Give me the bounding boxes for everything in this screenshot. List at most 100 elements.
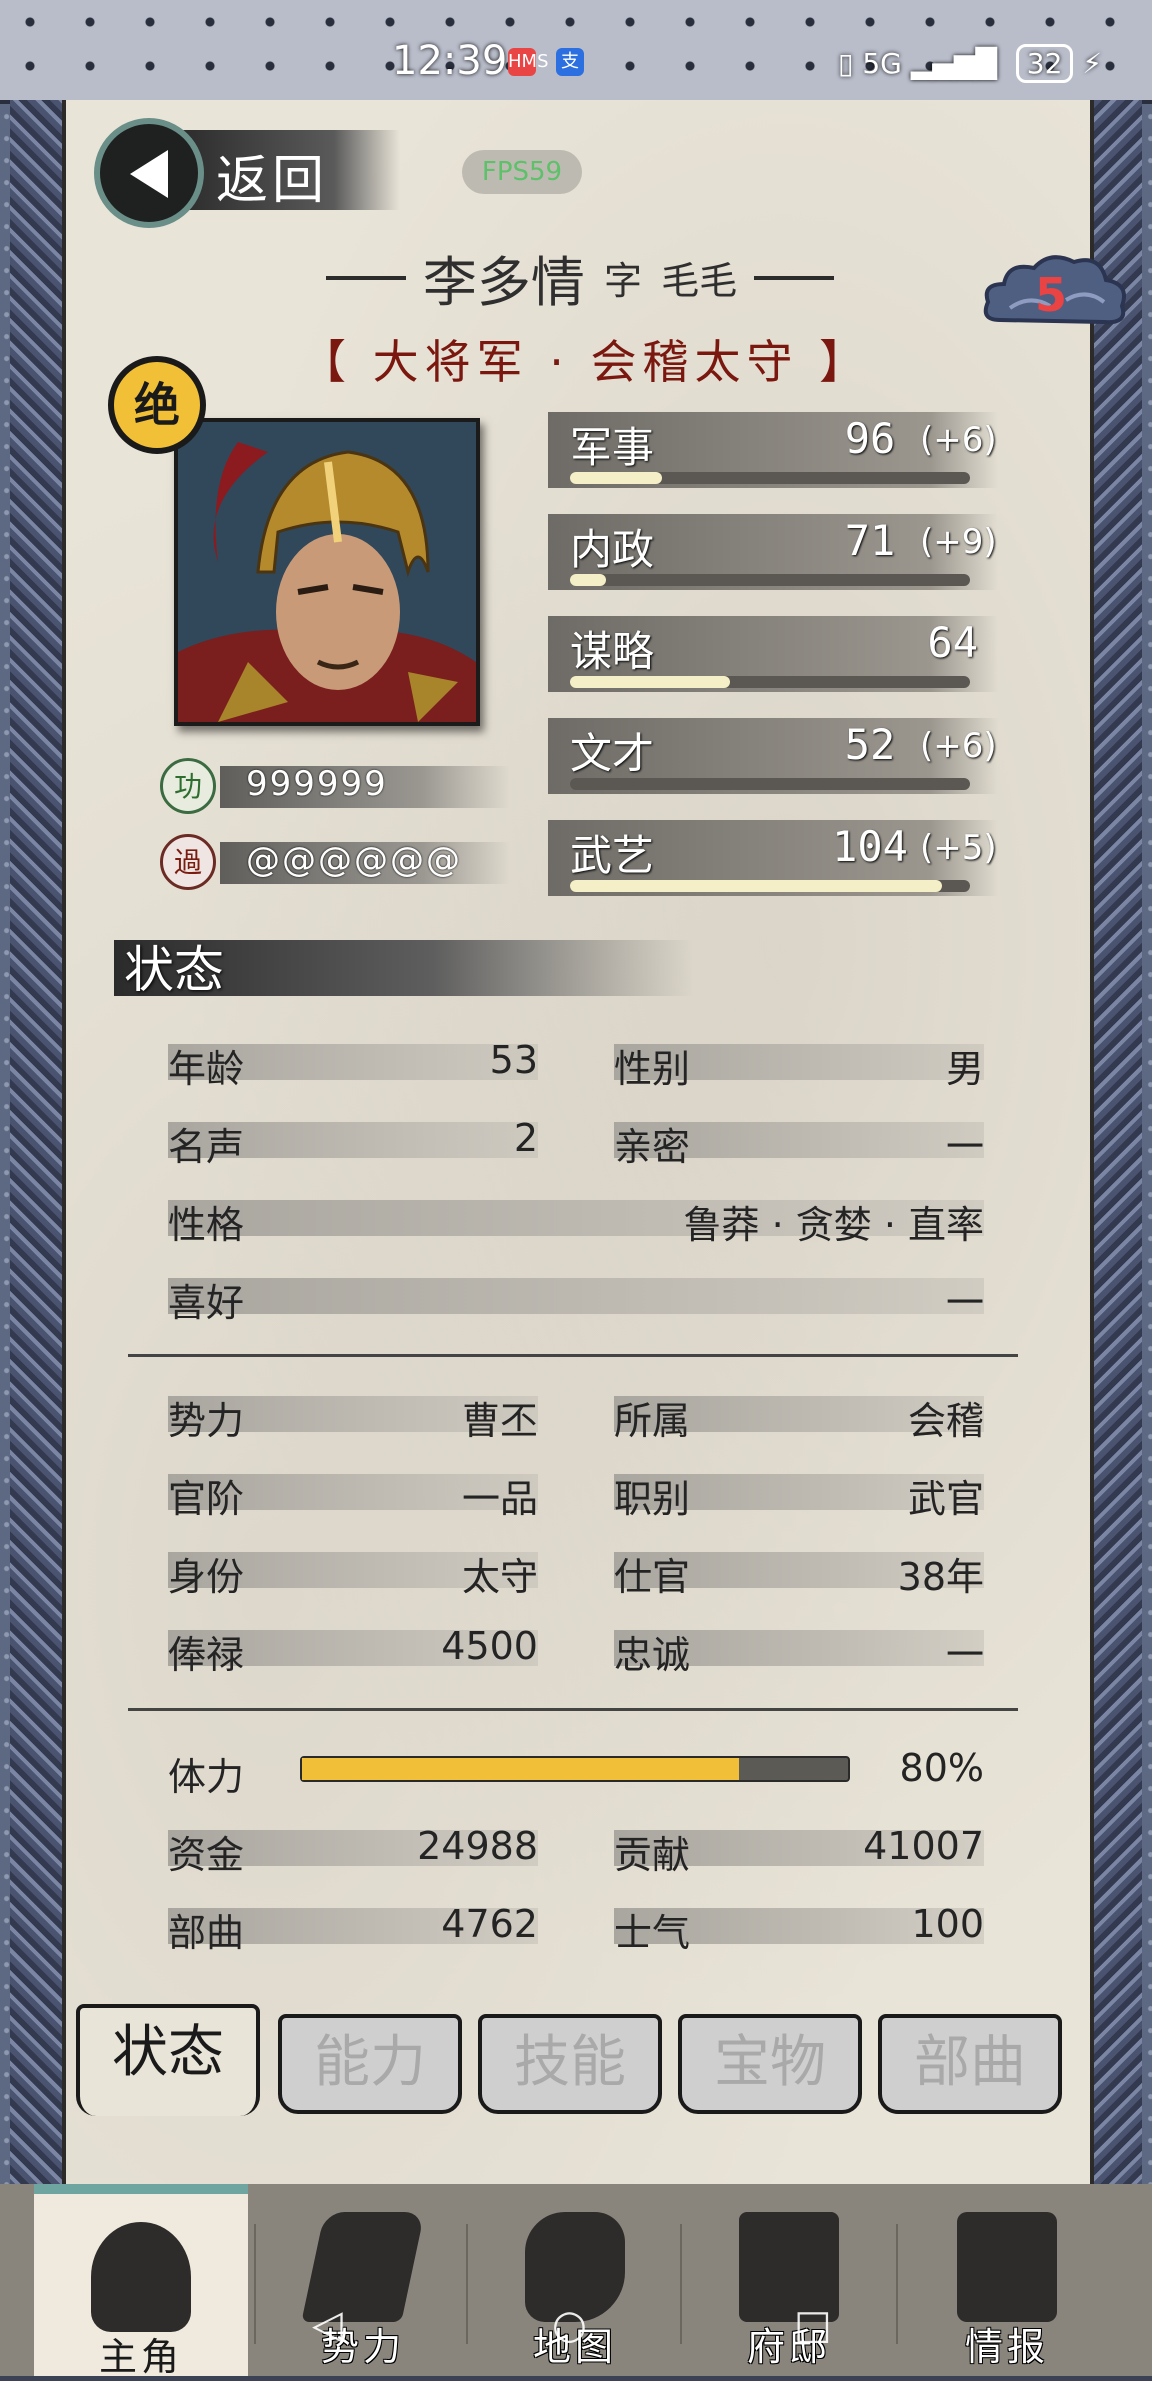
stat-value: 64	[927, 618, 978, 667]
row-label: 仕官	[614, 1555, 691, 1599]
row-identity: 身份 太守	[168, 1546, 538, 1599]
divider	[128, 1708, 1018, 1711]
row-job: 职别 武官	[614, 1468, 984, 1521]
stamina-fill	[302, 1758, 739, 1780]
stat-martial[interactable]: 武艺 104 (+5)	[548, 812, 998, 906]
row-morale: 士气 100	[614, 1902, 984, 1955]
row-fame: 名声 2	[168, 1116, 538, 1169]
rank-badge: 绝	[108, 356, 206, 454]
merit-pips: 999999	[246, 764, 388, 804]
row-value: 2	[513, 1116, 538, 1160]
left-border	[10, 100, 62, 2210]
stat-value: 52	[844, 720, 896, 769]
clock: 12:39	[392, 38, 508, 84]
row-label: 性格	[168, 1203, 245, 1247]
row-rank: 官阶 一品	[168, 1468, 538, 1521]
nav-intel[interactable]: 情报	[900, 2184, 1114, 2376]
row-value: 会稽	[907, 1399, 984, 1443]
row-value: 41007	[863, 1824, 984, 1868]
row-salary: 俸禄 4500	[168, 1624, 538, 1677]
row-label: 势力	[168, 1399, 245, 1443]
name-row: 李多情 字 毛毛	[280, 238, 880, 317]
stat-strategy[interactable]: 谋略 64	[548, 608, 998, 702]
stat-bar	[570, 472, 970, 484]
row-personality: 性格 鲁莽 · 贪婪 · 直率	[168, 1194, 984, 1247]
tab-bar: 状态 能力 技能 宝物 部曲	[70, 2004, 1080, 2124]
stat-literacy[interactable]: 文才 52 (+6)	[548, 710, 998, 804]
nav-protagonist[interactable]: 主角	[34, 2184, 248, 2379]
back-button[interactable]	[94, 118, 204, 228]
right-border	[1086, 100, 1142, 2210]
system-recents-icon[interactable]: □	[794, 2302, 832, 2348]
nav-divider	[896, 2224, 898, 2344]
stamina-bar	[300, 1756, 850, 1782]
stat-politics[interactable]: 内政 71 (+9)	[548, 506, 998, 600]
tab-troops[interactable]: 部曲	[878, 2014, 1062, 2114]
vibrate-icon: ▯	[837, 47, 854, 80]
stat-label: 军事	[570, 423, 655, 472]
nav-label: 情报	[964, 2325, 1049, 2369]
row-loyalty: 忠诚 一	[614, 1624, 984, 1677]
row-label: 官阶	[168, 1477, 245, 1521]
row-label: 部曲	[168, 1911, 245, 1955]
row-value: 一	[945, 1125, 984, 1169]
row-value: 53	[489, 1038, 538, 1082]
stat-value: 96	[844, 414, 896, 463]
stat-bonus: (+6)	[920, 420, 997, 460]
charging-icon: ⚡	[1082, 47, 1102, 80]
fps-counter: FPS59	[462, 150, 582, 194]
row-value: 一品	[461, 1477, 538, 1521]
row-value: 曹丕	[461, 1399, 538, 1443]
row-intimacy: 亲密 一	[614, 1116, 984, 1169]
scroll-icon	[957, 2212, 1057, 2322]
row-label: 职别	[614, 1477, 691, 1521]
merit-seal: 功	[160, 758, 216, 814]
tab-skills[interactable]: 技能	[478, 2014, 662, 2114]
courtesy-label: 字	[603, 259, 642, 303]
row-value: 男	[945, 1047, 984, 1091]
row-value: 鲁莽 · 贪婪 · 直率	[683, 1203, 984, 1247]
nav-mansion[interactable]: 府邸	[682, 2184, 896, 2376]
row-age: 年龄 53	[168, 1038, 538, 1091]
stat-bar	[570, 574, 970, 586]
nav-label: 势力	[320, 2325, 405, 2369]
courtesy-name: 毛毛	[661, 259, 738, 303]
row-value: 武官	[907, 1477, 984, 1521]
fault-row: 過 @@@@@@	[160, 834, 510, 894]
row-value: 一	[945, 1633, 984, 1677]
nav-faction[interactable]: 势力	[256, 2184, 470, 2376]
row-gender: 性别 男	[614, 1038, 984, 1091]
row-contribution: 贡献 41007	[614, 1824, 984, 1877]
stat-bar-fill	[570, 676, 730, 688]
system-back-icon[interactable]: ◁	[312, 2302, 343, 2348]
stat-bar-fill	[570, 574, 606, 586]
stat-bar-fill	[570, 472, 662, 484]
row-value: 太守	[461, 1555, 538, 1599]
stat-bar	[570, 778, 970, 790]
row-value: 4500	[441, 1624, 538, 1668]
battery-icon: 32	[1015, 44, 1074, 83]
row-label: 体力	[168, 1755, 245, 1799]
row-label: 身份	[168, 1555, 245, 1599]
system-home-icon[interactable]: ○	[552, 2302, 587, 2348]
row-label: 喜好	[168, 1281, 245, 1325]
divider	[128, 1354, 1018, 1357]
row-label: 士气	[614, 1911, 691, 1955]
left-ornament	[325, 275, 406, 280]
row-value: 80%	[899, 1746, 984, 1790]
row-label: 资金	[168, 1833, 245, 1877]
right-ornament	[754, 275, 835, 280]
section-title: 状态	[124, 941, 224, 999]
nav-label: 府邸	[746, 2325, 831, 2369]
tab-treasures[interactable]: 宝物	[678, 2014, 862, 2114]
stat-bar	[570, 676, 970, 688]
row-label: 名声	[168, 1125, 245, 1169]
back-label[interactable]: 返回	[216, 138, 328, 213]
stat-bonus: (+9)	[920, 522, 997, 562]
row-value: 100	[911, 1902, 984, 1946]
stat-military[interactable]: 军事 96 (+6)	[548, 404, 998, 498]
tab-status[interactable]: 状态	[76, 2004, 260, 2116]
stat-label: 武艺	[570, 831, 655, 880]
signal-icon: ▂▄▆█	[910, 47, 997, 80]
tab-ability[interactable]: 能力	[278, 2014, 462, 2114]
